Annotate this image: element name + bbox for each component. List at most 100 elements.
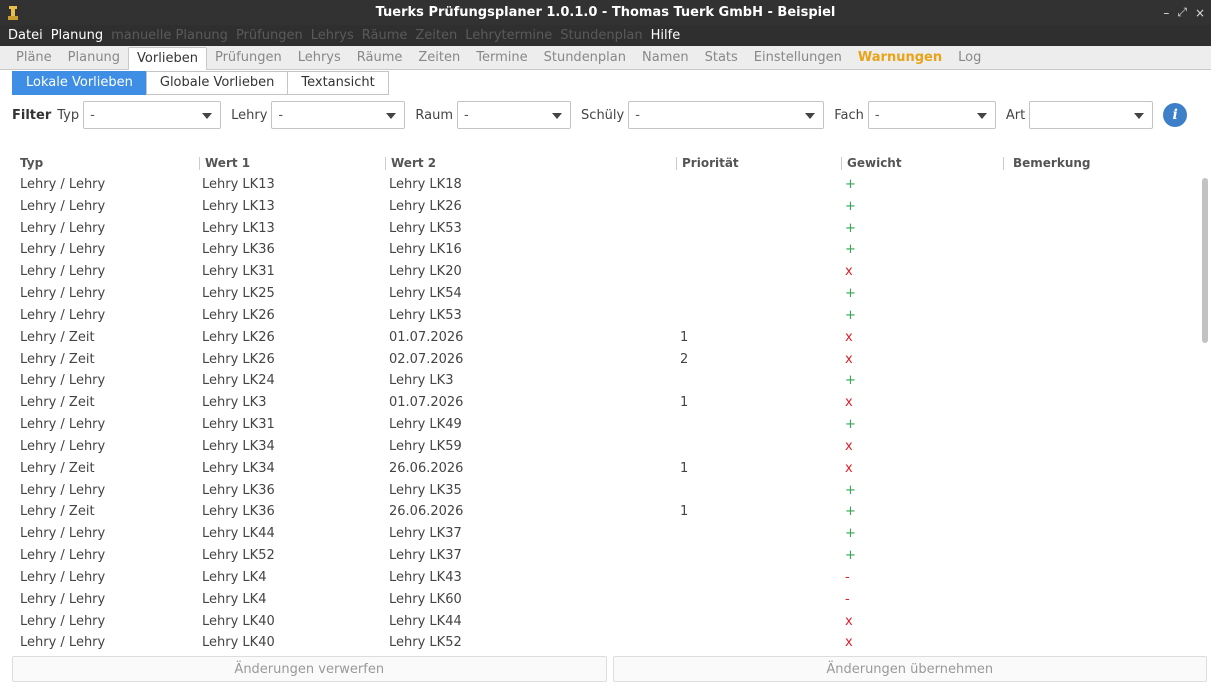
cell-wert-1: Lehry LK36 [202,504,275,520]
table-row[interactable]: Lehry / Zeit Lehry LK36 26.06.2026 1 + [0,502,1198,524]
cell-gewicht: x [845,351,853,367]
table-row[interactable]: Lehry / Lehry Lehry LK31 Lehry LK20 x [0,262,1198,284]
table-row[interactable]: Lehry / Lehry Lehry LK34 Lehry LK59 x [0,437,1198,459]
typ-select[interactable]: - [83,101,222,129]
table-row[interactable]: Lehry / Lehry Lehry LK40 Lehry LK44 x [0,612,1198,634]
column-divider[interactable] [385,157,386,170]
column-wert-1[interactable]: Wert 1 [205,156,250,170]
cell-wert-2: Lehry LK44 [389,613,462,629]
subtab-textansicht[interactable]: Textansicht [287,71,389,95]
cell-wert-1: Lehry LK40 [202,613,275,629]
tab-planung[interactable]: Planung [60,47,128,69]
tab-stats[interactable]: Stats [697,47,746,69]
tab-zeiten[interactable]: Zeiten [410,47,468,69]
table-row[interactable]: Lehry / Lehry Lehry LK13 Lehry LK26 + [0,197,1198,219]
column-wert-2[interactable]: Wert 2 [391,156,436,170]
cell-wert-1: Lehry LK13 [202,198,275,214]
table-row[interactable]: Lehry / Lehry Lehry LK36 Lehry LK16 + [0,240,1198,262]
tab-log[interactable]: Log [950,47,989,69]
table-row[interactable]: Lehry / Lehry Lehry LK13 Lehry LK18 + [0,175,1198,197]
filter-label: Filter [12,107,52,123]
subtab-lokale-vorlieben[interactable]: Lokale Vorlieben [12,71,147,95]
discard-changes-button[interactable]: Änderungen verwerfen [12,656,607,682]
table-row[interactable]: Lehry / Lehry Lehry LK31 Lehry LK49 + [0,415,1198,437]
raum-select[interactable]: - [457,101,572,129]
cell-gewicht: + [845,198,856,214]
table-row[interactable]: Lehry / Lehry Lehry LK4 Lehry LK60 - [0,590,1198,612]
fach-label: Fach [834,107,864,123]
menu-hilfe[interactable]: Hilfe [647,28,685,43]
column-gewicht[interactable]: Gewicht [847,156,902,170]
tab-pruefungen[interactable]: Prüfungen [207,47,290,69]
table-row[interactable]: Lehry / Zeit Lehry LK26 01.07.2026 1 x [0,328,1198,350]
chevron-down-icon [805,113,816,119]
tab-stundenplan[interactable]: Stundenplan [536,47,634,69]
lehry-select[interactable]: - [271,101,406,129]
cell-wert-1: Lehry LK26 [202,307,275,323]
info-icon[interactable]: i [1163,103,1188,127]
menu-datei[interactable]: Datei [4,28,47,43]
menu-zeiten: Zeiten [415,28,458,43]
cell-typ: Lehry / Lehry [20,220,106,236]
table-row[interactable]: Lehry / Lehry Lehry LK44 Lehry LK37 + [0,524,1198,546]
cell-wert-1: Lehry LK4 [202,569,267,585]
cell-gewicht: x [845,264,853,280]
tab-warnungen[interactable]: Warnungen [850,47,950,69]
fach-select[interactable]: - [867,101,996,129]
table-row[interactable]: Lehry / Zeit Lehry LK3 01.07.2026 1 x [0,393,1198,415]
cell-wert-1: Lehry LK24 [202,373,275,389]
column-typ[interactable]: Typ [20,156,43,170]
column-divider[interactable] [199,157,200,170]
column-divider[interactable] [1003,157,1004,170]
cell-wert-2: Lehry LK52 [389,635,462,651]
schuely-select[interactable]: - [628,101,825,129]
cell-wert-1: Lehry LK13 [202,177,275,192]
cell-typ: Lehry / Lehry [20,569,106,585]
cell-wert-1: Lehry LK3 [202,395,267,411]
lehry-value: - [278,107,284,123]
scrollbar-thumb[interactable] [1202,178,1208,343]
cell-gewicht: + [845,177,856,192]
art-select[interactable] [1029,101,1154,129]
cell-gewicht: + [845,417,856,433]
subtab-globale-vorlieben[interactable]: Globale Vorlieben [145,71,289,95]
table-row[interactable]: Lehry / Zeit Lehry LK34 26.06.2026 1 x [0,459,1198,481]
apply-changes-button[interactable]: Änderungen übernehmen [612,656,1207,682]
tab-namen[interactable]: Namen [634,47,697,69]
table-row[interactable]: Lehry / Zeit Lehry LK26 02.07.2026 2 x [0,350,1198,372]
cell-gewicht: x [845,613,853,629]
tab-vorlieben[interactable]: Vorlieben [128,47,207,70]
table-row[interactable]: Lehry / Lehry Lehry LK4 Lehry LK43 - [0,568,1198,590]
close-icon[interactable]: × [1195,6,1205,20]
table-row[interactable]: Lehry / Lehry Lehry LK25 Lehry LK54 + [0,284,1198,306]
cell-gewicht: + [845,373,856,389]
column-divider[interactable] [841,157,842,170]
cell-gewicht: + [845,482,856,498]
tab-lehrys[interactable]: Lehrys [290,47,349,69]
fach-value: - [874,107,880,123]
table-row[interactable]: Lehry / Lehry Lehry LK26 Lehry LK53 + [0,306,1198,328]
menu-planung[interactable]: Planung [47,28,107,43]
maximize-icon[interactable]: ⤢ [1177,5,1187,20]
tab-raeume[interactable]: Räume [349,47,411,69]
cell-gewicht: x [845,460,853,476]
table-row[interactable]: Lehry / Lehry Lehry LK36 Lehry LK35 + [0,481,1198,503]
cell-wert-2: Lehry LK49 [389,417,462,433]
minimize-icon[interactable]: – [1163,6,1169,20]
table-row[interactable]: Lehry / Lehry Lehry LK13 Lehry LK53 + [0,219,1198,241]
column-divider[interactable] [676,157,677,170]
vertical-scrollbar[interactable] [1202,178,1208,646]
tab-einstellungen[interactable]: Einstellungen [746,47,850,69]
cell-wert-1: Lehry LK52 [202,548,275,564]
cell-wert-2: Lehry LK3 [389,373,454,389]
column-prioritaet[interactable]: Priorität [682,156,739,170]
cell-wert-1: Lehry LK26 [202,329,275,345]
tab-plaene[interactable]: Pläne [8,47,60,69]
table-row[interactable]: Lehry / Lehry Lehry LK24 Lehry LK3 + [0,371,1198,393]
table-row[interactable]: Lehry / Lehry Lehry LK52 Lehry LK37 + [0,546,1198,568]
cell-wert-1: Lehry LK34 [202,438,275,454]
column-bemerkung[interactable]: Bemerkung [1013,156,1091,170]
table-row[interactable]: Lehry / Lehry Lehry LK40 Lehry LK52 x [0,633,1198,652]
main-tabs: Pläne Planung Vorlieben Prüfungen Lehrys… [0,46,1211,70]
tab-termine[interactable]: Termine [468,47,535,69]
